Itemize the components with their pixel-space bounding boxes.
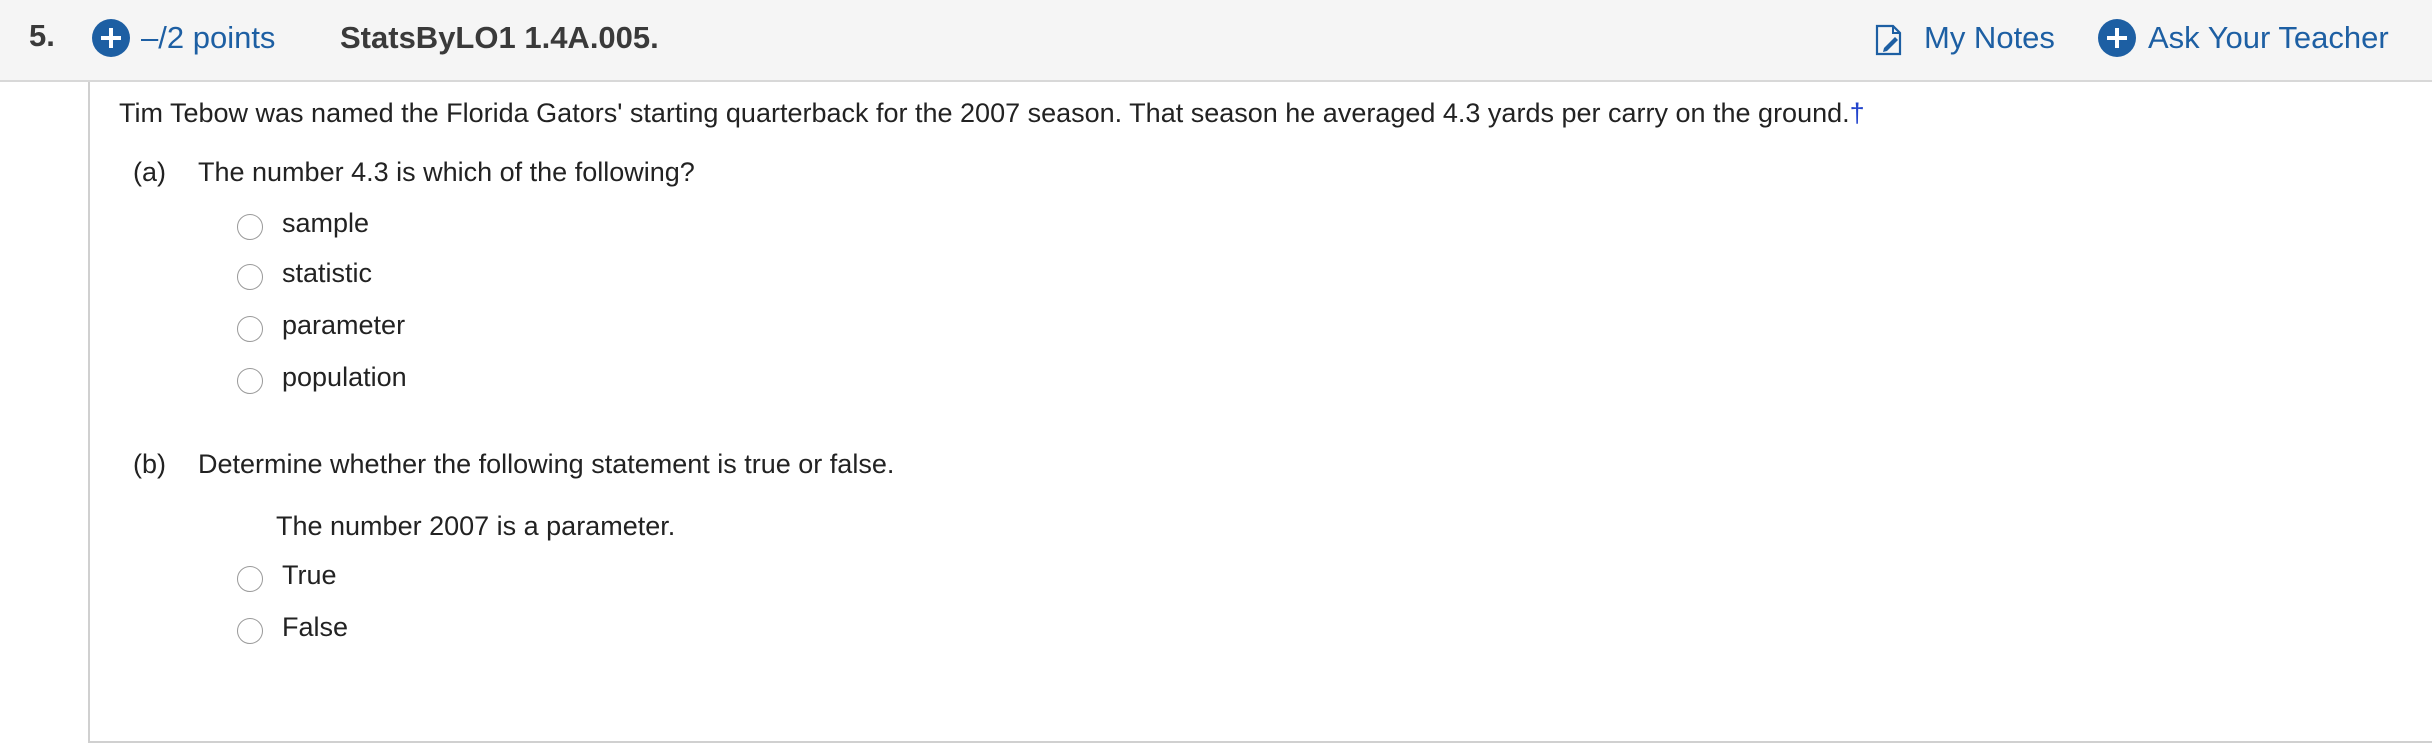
ask-your-teacher-label: Ask Your Teacher <box>2148 20 2389 55</box>
option-label: False <box>282 612 349 642</box>
radio-button[interactable] <box>237 264 263 290</box>
radio-button[interactable] <box>237 214 263 240</box>
question-id: StatsByLO1 1.4A.005. <box>340 20 659 55</box>
option-label: statistic <box>282 258 373 288</box>
part-b-label: (b) <box>133 449 166 479</box>
plus-circle-icon[interactable] <box>92 19 130 57</box>
question-stem-text: Tim Tebow was named the Florida Gators' … <box>119 98 1850 128</box>
part-b-statement: The number 2007 is a parameter. <box>276 511 676 541</box>
question-header: 5. –/2 points StatsByLO1 1.4A.005. My No… <box>0 0 2432 82</box>
part-b-prompt: Determine whether the following statemen… <box>198 449 895 479</box>
radio-button[interactable] <box>237 618 263 644</box>
option-label: parameter <box>282 310 406 340</box>
radio-button[interactable] <box>237 566 263 592</box>
note-pencil-icon <box>1875 24 1902 56</box>
my-notes-label: My Notes <box>1924 20 2055 55</box>
part-a-label: (a) <box>133 157 166 187</box>
part-a-prompt: The number 4.3 is which of the following… <box>198 157 695 187</box>
radio-button[interactable] <box>237 368 263 394</box>
radio-button[interactable] <box>237 316 263 342</box>
question-number: 5. <box>29 18 55 53</box>
plus-circle-icon <box>2098 19 2136 57</box>
question-body: Tim Tebow was named the Florida Gators' … <box>88 82 2432 743</box>
option-label: True <box>282 560 337 590</box>
option-label: sample <box>282 208 370 238</box>
footnote-link[interactable]: † <box>1850 98 1865 128</box>
option-label: population <box>282 362 407 392</box>
points-link[interactable]: –/2 points <box>141 20 275 56</box>
question-stem: Tim Tebow was named the Florida Gators' … <box>119 98 1865 129</box>
